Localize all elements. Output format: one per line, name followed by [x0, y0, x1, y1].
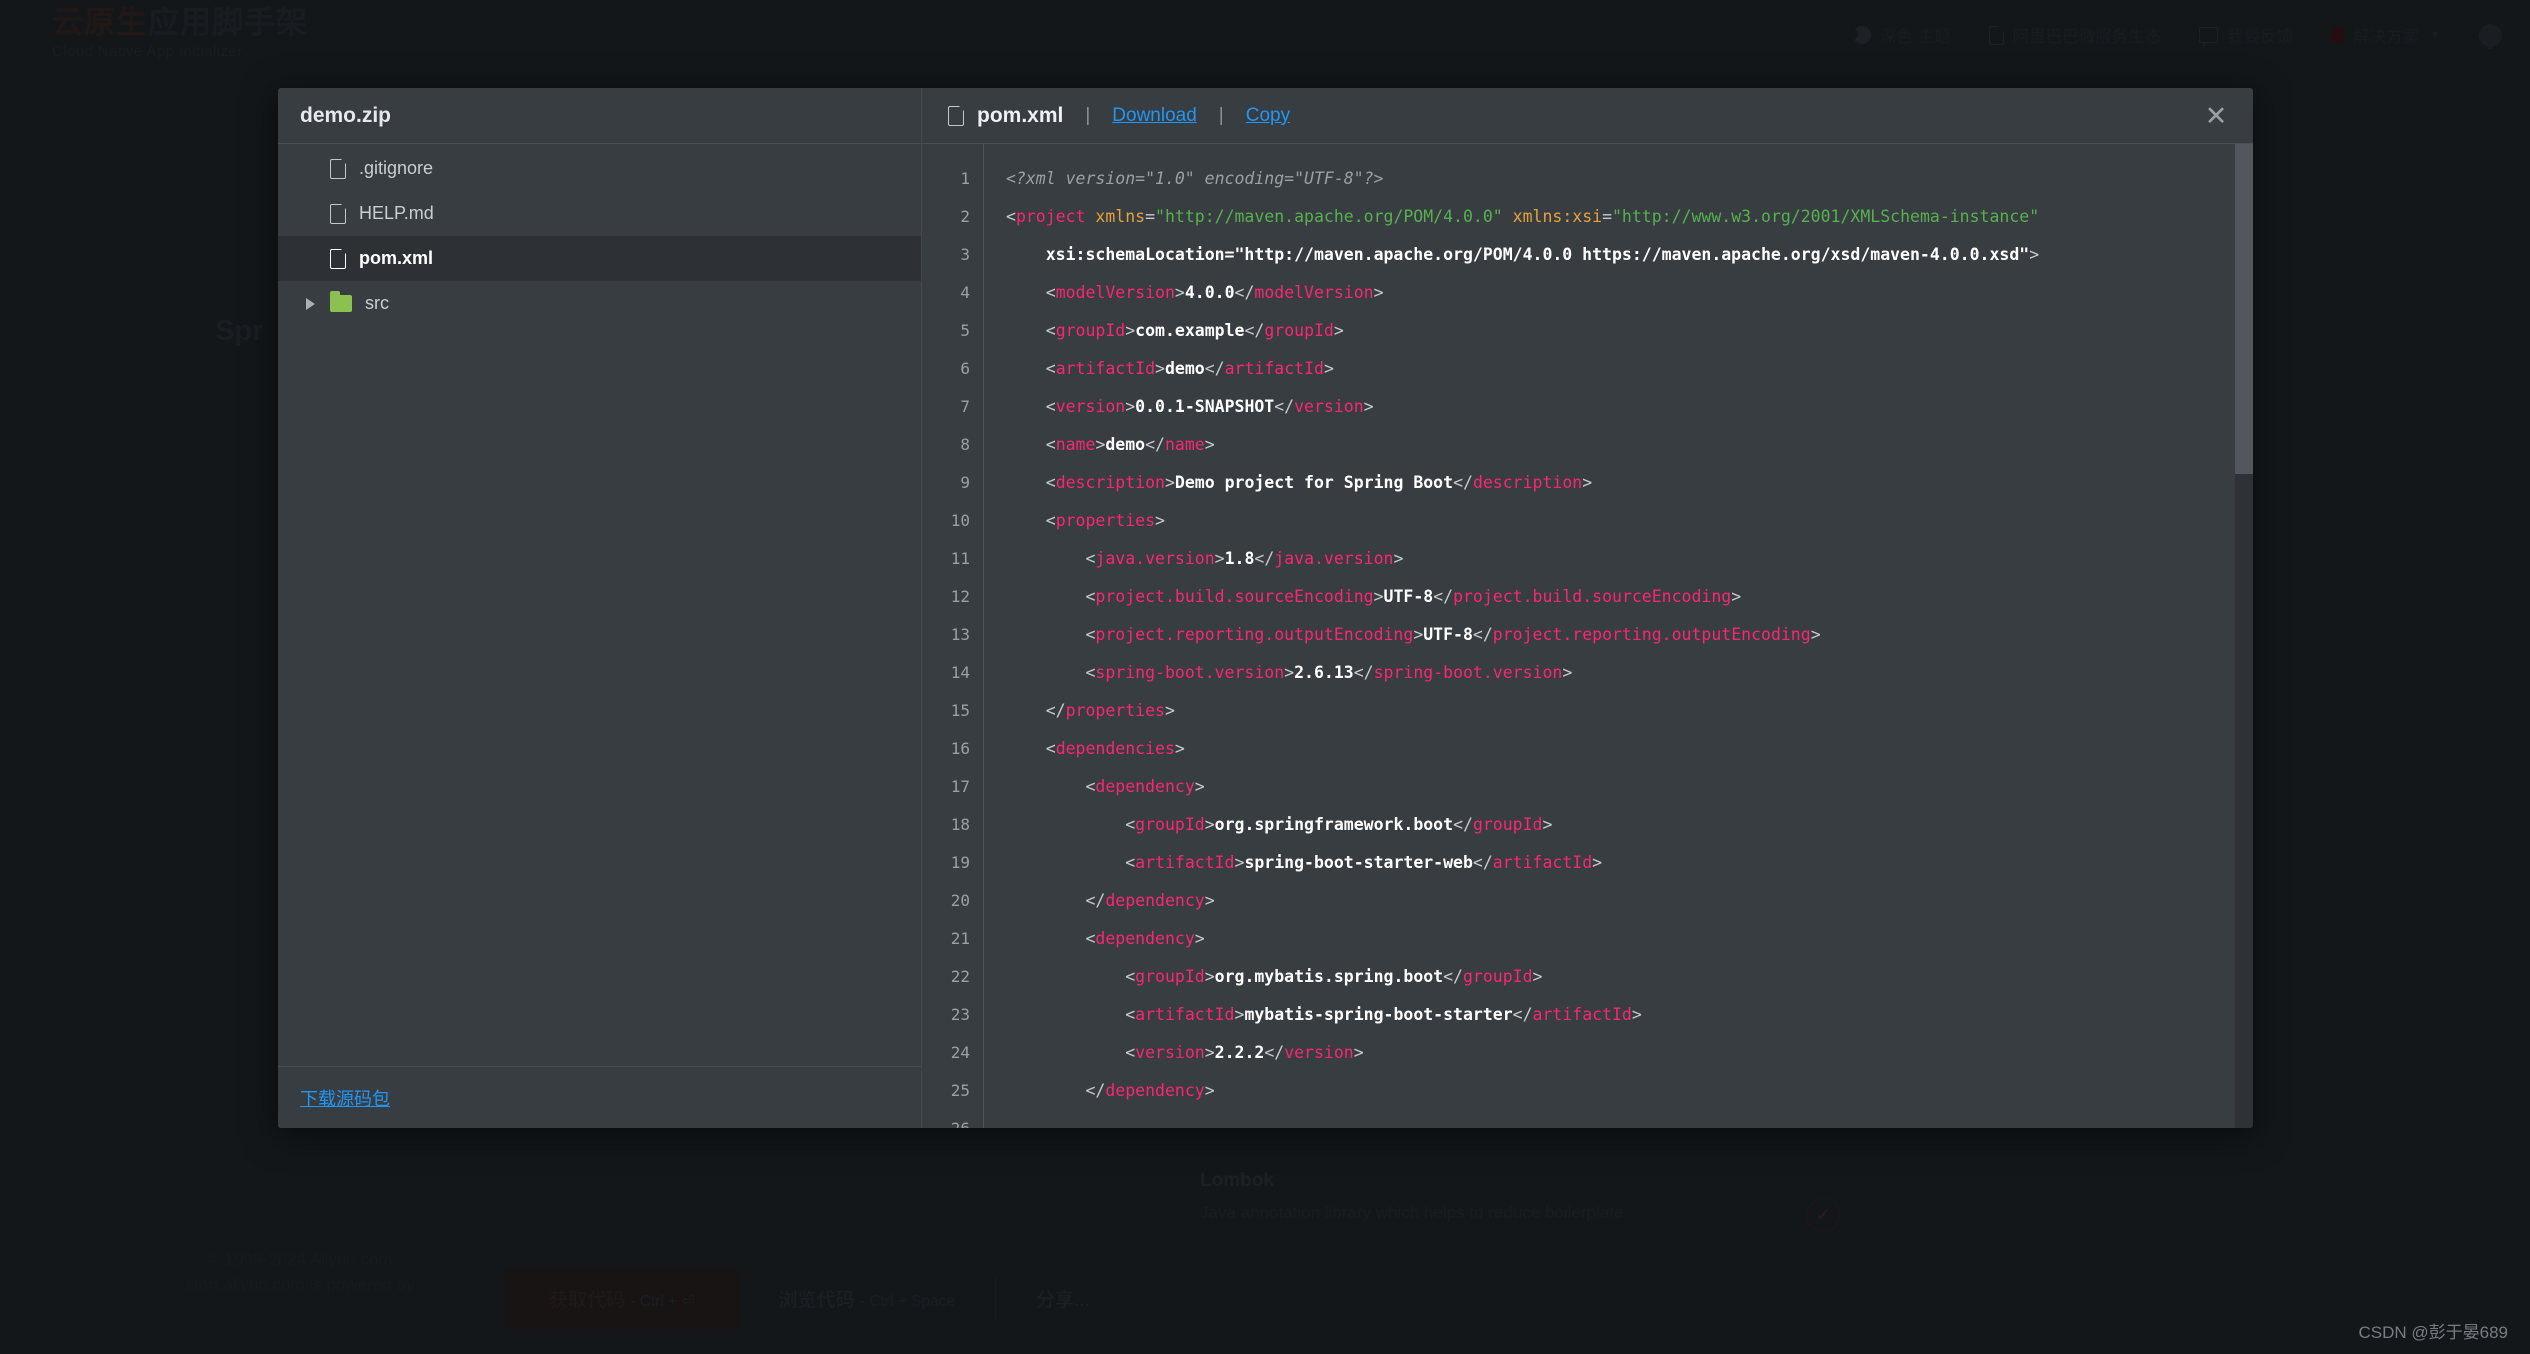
vertical-scrollbar[interactable]: [2235, 144, 2253, 1128]
header-separator: |: [1218, 104, 1224, 126]
code-explorer-modal: demo.zip .gitignore HELP.md pom.xml src …: [278, 88, 2253, 1128]
code-line: <project.build.sourceEncoding>UTF-8</pro…: [1085, 587, 1742, 606]
code-line: <java.version>1.8</java.version>: [1085, 549, 1404, 568]
tree-item-label: .gitignore: [359, 158, 434, 178]
modal-body: demo.zip .gitignore HELP.md pom.xml src …: [278, 88, 2253, 1128]
line-number: 15: [950, 701, 970, 720]
tree-item-label: pom.xml: [359, 248, 434, 268]
watermark: CSDN @彭于晏689: [2358, 1323, 2508, 1342]
code-line: <name>demo</name>: [1045, 435, 1215, 454]
line-number: 23: [950, 1005, 970, 1024]
viewer-filename-label: pom.xml: [977, 103, 1064, 127]
code-viewer-header: pom.xml | Download | Copy ✕: [922, 88, 2253, 144]
close-icon[interactable]: ✕: [2179, 88, 2253, 144]
line-number: 20: [950, 891, 970, 910]
file-icon: [948, 104, 965, 126]
code-line: <version>2.2.2</version>: [1125, 1043, 1364, 1062]
line-number: 18: [950, 815, 970, 834]
code-line: <modelVersion>4.0.0</modelVersion>: [1045, 283, 1384, 302]
code-line: </properties>: [1045, 701, 1175, 720]
chevron-right-icon[interactable]: [303, 297, 317, 310]
download-source-link[interactable]: 下载源码包: [300, 1085, 390, 1111]
line-number: 3: [960, 245, 970, 264]
line-number: 19: [950, 853, 970, 872]
tree-item-label: src: [365, 293, 389, 313]
tree-item-label: HELP.md: [359, 203, 434, 223]
line-number: 17: [950, 777, 970, 796]
header-separator: |: [1085, 104, 1091, 126]
folder-icon: [330, 291, 352, 312]
code-line: <project.reporting.outputEncoding>UTF-8<…: [1085, 625, 1821, 644]
line-number: 26: [922, 1110, 970, 1128]
tree-item-src[interactable]: src: [278, 281, 921, 326]
line-number: 10: [950, 511, 970, 530]
line-number: 8: [960, 435, 970, 454]
code-line: <artifactId>mybatis-spring-boot-starter<…: [1125, 1005, 1642, 1024]
file-tree-list: .gitignore HELP.md pom.xml src: [278, 144, 921, 1066]
line-number: 2: [960, 207, 970, 226]
code-line: <artifactId>spring-boot-starter-web</art…: [1125, 853, 1603, 872]
file-icon: [330, 157, 347, 179]
code-line: <description>Demo project for Spring Boo…: [1045, 473, 1593, 492]
tree-item-pom-xml[interactable]: pom.xml: [278, 236, 921, 281]
tree-item-help-md[interactable]: HELP.md: [278, 191, 921, 236]
code-line: </dependency>: [1085, 1081, 1215, 1100]
code-line: <spring-boot.version>2.6.13</spring-boot…: [1085, 663, 1573, 682]
copy-link[interactable]: Copy: [1246, 105, 1290, 127]
file-tree-panel: demo.zip .gitignore HELP.md pom.xml src …: [278, 88, 922, 1128]
line-number: 9: [960, 473, 970, 492]
code-line: <groupId>org.mybatis.spring.boot</groupI…: [1125, 967, 1543, 986]
code-line: <dependency>: [1085, 929, 1205, 948]
app-root: 云原生应用脚手架 Cloud Native App Initializer 深色…: [0, 0, 2530, 1354]
code-scroll-container[interactable]: 1 2 3 4 5 6 7 8 9 10 11 12 13 14 15 16 17 18 19 20 21 22 23 24 2…: [922, 144, 2253, 1128]
code-line: <groupId>org.springframework.boot</group…: [1125, 815, 1553, 834]
line-number: 25: [950, 1081, 970, 1100]
line-number: 6: [960, 359, 970, 378]
line-number: 21: [950, 929, 970, 948]
viewer-filename: pom.xml: [948, 104, 1063, 128]
archive-name: demo.zip: [278, 88, 921, 144]
code-content[interactable]: <?xml version="1.0" encoding="UTF-8"?> <p…: [984, 144, 2253, 1128]
code-line: <groupId>com.example</groupId>: [1045, 321, 1344, 340]
code-line: <artifactId>demo</artifactId>: [1045, 359, 1334, 378]
file-icon: [330, 247, 347, 269]
line-number: 14: [950, 663, 970, 682]
line-number-gutter: 1 2 3 4 5 6 7 8 9 10 11 12 13 14 15 16 17 18 19 20 21 22 23 24 2…: [922, 144, 984, 1128]
line-number: 11: [950, 549, 970, 568]
line-number: 1: [960, 169, 970, 188]
line-number: 7: [960, 397, 970, 416]
code-line: <?xml version="1.0" encoding="UTF-8"?>: [1006, 169, 1384, 188]
code-line: </dependency>: [1085, 891, 1215, 910]
code-line: <project xmlns="http://maven.apache.org/…: [1006, 207, 2040, 226]
line-number: 24: [950, 1043, 970, 1062]
download-link[interactable]: Download: [1112, 105, 1197, 127]
scrollbar-thumb[interactable]: [2235, 144, 2253, 474]
code-line: <version>0.0.1-SNAPSHOT</version>: [1045, 397, 1374, 416]
tree-item-gitignore[interactable]: .gitignore: [278, 146, 921, 191]
line-number: 12: [950, 587, 970, 606]
code-line: xsi:schemaLocation="http://maven.apache.…: [1045, 245, 2040, 264]
code-viewer-panel: pom.xml | Download | Copy ✕ 1 2 3 4 5 6 7 8 9 10 1…: [922, 88, 2253, 1128]
code-line: <dependencies>: [1045, 739, 1185, 758]
code-line: <dependency>: [1085, 777, 1205, 796]
download-source-row: 下载源码包: [278, 1066, 921, 1128]
line-number: 16: [950, 739, 970, 758]
line-number: 5: [960, 321, 970, 340]
line-number: 4: [960, 283, 970, 302]
line-number: 22: [950, 967, 970, 986]
line-number: 13: [950, 625, 970, 644]
code-line: <properties>: [1045, 511, 1165, 530]
file-icon: [330, 202, 347, 224]
